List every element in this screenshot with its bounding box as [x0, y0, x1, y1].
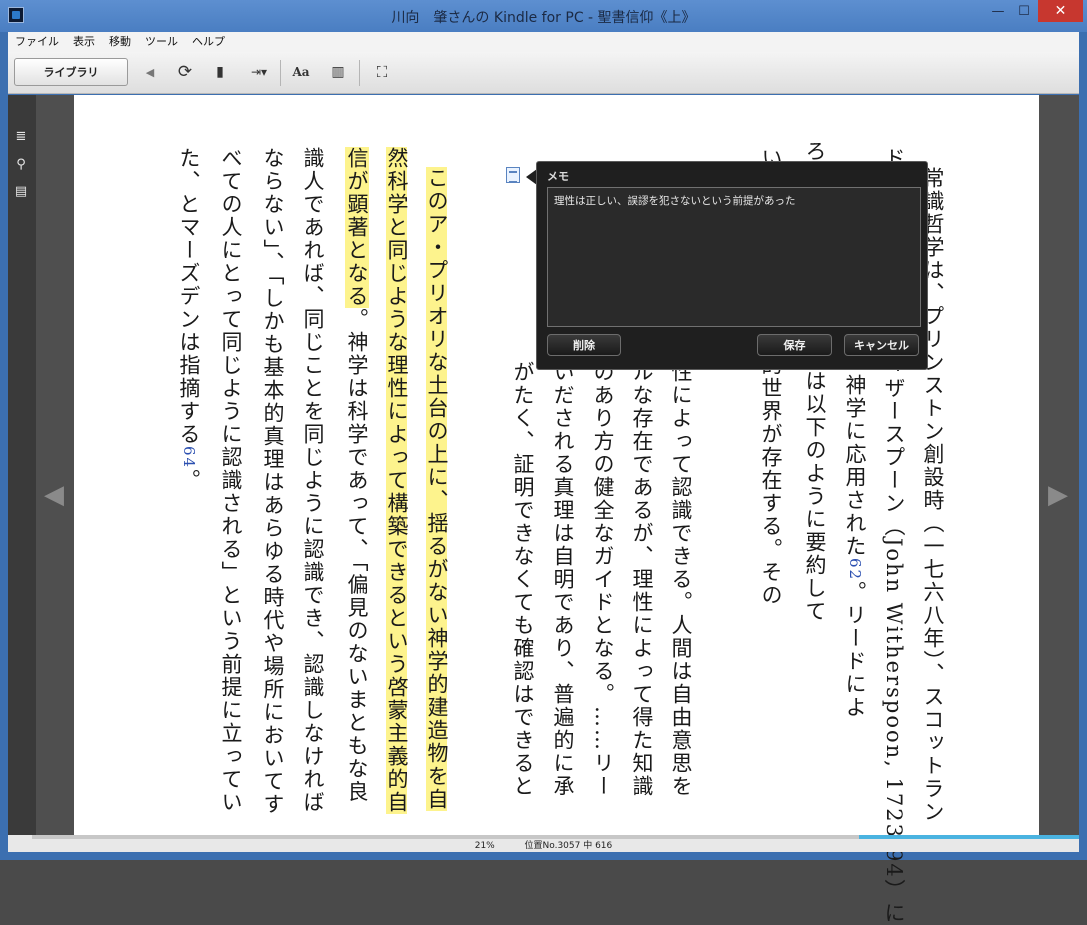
minimize-button[interactable]: —	[985, 0, 1011, 22]
cancel-button[interactable]: キャンセル	[844, 334, 919, 356]
menu-help[interactable]: ヘルプ	[185, 32, 232, 52]
save-button[interactable]: 保存	[757, 334, 832, 356]
highlighted-text-column: このア・プリオリな土台の上に、揺るがない神学的建造物を自	[425, 167, 449, 811]
kindle-window: 川向 肇さんの Kindle for PC - 聖書信仰《上》 — ☐ ✕ ファ…	[0, 0, 1087, 925]
maximize-button[interactable]: ☐	[1011, 0, 1037, 22]
menu-file[interactable]: ファイル	[8, 32, 66, 52]
highlighted-text-segment: 信が顕著となる	[345, 147, 369, 308]
reading-area: ≣ ⚲ ▤ ◀ ▶ 常識哲学は、プリンストン創設時（一七六八年）、スコットラン …	[8, 95, 1079, 925]
library-button[interactable]: ライブラリ	[14, 58, 128, 86]
text-column: べての人にとって同じように認識される」という前提に立ってい	[219, 147, 243, 814]
memo-text-input[interactable]	[547, 187, 921, 327]
text-column: ルな存在であるが、理性によって得た知識	[630, 361, 654, 798]
table-of-contents-icon[interactable]: ≣	[13, 129, 29, 145]
footnote-link-64[interactable]: 64	[180, 446, 198, 469]
menu-go[interactable]: 移動	[102, 32, 138, 52]
status-bar: 21% 位置No.3057 中 616	[8, 835, 1079, 852]
delete-button[interactable]: 削除	[547, 334, 621, 356]
close-button[interactable]: ✕	[1038, 0, 1083, 22]
text-column: のあり方の健全なガイドとなる。……リー	[591, 361, 615, 798]
menu-view[interactable]: 表示	[66, 32, 102, 52]
location-number: 位置No.3057 中 616	[524, 841, 613, 851]
previous-page-arrow[interactable]: ◀	[44, 480, 64, 510]
memo-popup: メモ 削除 保存 キャンセル	[536, 161, 928, 370]
percent-read: 21%	[474, 841, 495, 851]
side-rail: ≣ ⚲ ▤	[8, 95, 36, 835]
text-segment: た、とマーズデンは指摘する	[177, 147, 201, 446]
text-column: 性によって認識できる。人間は自由意思を	[669, 361, 693, 798]
next-page-arrow[interactable]: ▶	[1048, 480, 1068, 510]
fullscreen-icon[interactable]: ⛶	[371, 62, 393, 82]
back-icon[interactable]: ◀	[142, 62, 158, 82]
toolbar-separator	[280, 60, 281, 86]
goto-icon[interactable]: ⇥▾	[246, 62, 272, 82]
text-segment: 。	[177, 469, 201, 493]
font-settings-icon[interactable]: Aa	[290, 62, 312, 82]
text-column: がたく、証明できなくても確認はできると	[511, 361, 535, 798]
text-column: 識人であれば、同じことを同じように認識でき、認識しなければ	[301, 147, 325, 814]
text-segment: 。神学は科学であって、「偏見のないまともな良	[345, 308, 369, 804]
text-segment: 。リードによ	[843, 581, 867, 720]
toolbar: ライブラリ ◀ ⟳ ▮ ⇥▾ Aa ▥ ⛶	[8, 52, 1079, 94]
book-page[interactable]: 常識哲学は、プリンストン創設時（一七六八年）、スコットラン ド長老教会牧師のウィ…	[74, 95, 1039, 925]
text-column: いだされる真理は自明であり、普遍的に承	[551, 361, 575, 798]
window-title: 川向 肇さんの Kindle for PC - 聖書信仰《上》	[391, 10, 696, 26]
sync-icon[interactable]: ⟳	[175, 62, 195, 82]
memo-title: メモ	[547, 170, 569, 183]
view-mode-icon[interactable]: ▥	[328, 62, 348, 82]
text-column: た、とマーズデンは指摘する64。	[177, 147, 201, 493]
toolbar-separator	[359, 60, 360, 86]
highlighted-text-column: 然科学と同じような理性によって構築できるという啓蒙主義的自	[385, 147, 409, 814]
location-status: 21% 位置No.3057 中 616	[8, 838, 1079, 851]
bookmark-icon[interactable]: ▮	[212, 62, 228, 82]
note-marker-icon[interactable]	[506, 167, 520, 183]
text-column: ならない」、「しかも基本的真理はあらゆる時代や場所においてす	[261, 147, 285, 816]
title-bar[interactable]: 川向 肇さんの Kindle for PC - 聖書信仰《上》 — ☐ ✕	[0, 0, 1087, 32]
text-column: 信が顕著となる。神学は科学であって、「偏見のないまともな良	[345, 147, 369, 804]
footnote-link-62[interactable]: 62	[846, 558, 864, 581]
search-icon[interactable]: ⚲	[13, 157, 29, 173]
notes-icon[interactable]: ▤	[13, 184, 29, 200]
menu-bar: ファイル 表示 移動 ツール ヘルプ	[8, 32, 1079, 52]
menu-tools[interactable]: ツール	[138, 32, 185, 52]
